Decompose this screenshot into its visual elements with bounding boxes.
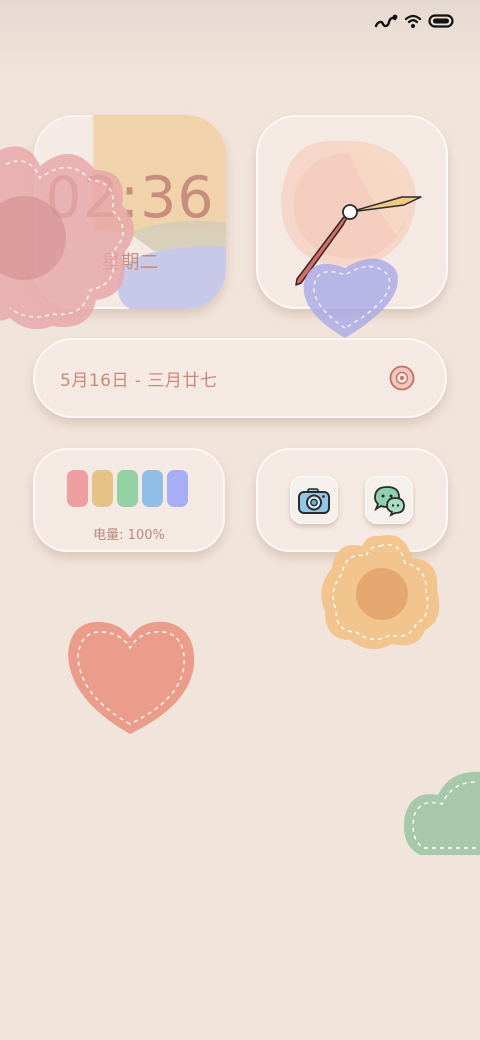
battery-icon [428, 14, 454, 28]
battery-label: 电量: 100% [93, 528, 165, 543]
chat-icon [374, 486, 405, 517]
signal-icon [374, 14, 398, 28]
clock-weekday: 星期二 [101, 251, 159, 273]
camera-icon [298, 488, 330, 514]
battery-widget[interactable]: 电量: 100% [33, 448, 225, 552]
clock-widget[interactable]: 02:36 星期二 [34, 115, 226, 309]
battery-bar [67, 470, 88, 507]
date-text: 5月16日 - 三月廿七 [60, 371, 218, 391]
battery-bar [142, 470, 163, 507]
wifi-icon [404, 14, 422, 28]
battery-bar [92, 470, 113, 507]
chat-app-icon[interactable] [365, 476, 413, 524]
analog-clock-widget[interactable] [256, 115, 448, 309]
battery-bars [67, 470, 188, 507]
apps-widget [256, 448, 448, 552]
green-heart-sticker [404, 771, 480, 855]
cd-icon[interactable] [389, 365, 415, 391]
clock-time: 02:36 [45, 165, 215, 231]
orange-flower-sticker [321, 534, 440, 650]
red-heart-sticker [68, 621, 195, 734]
date-widget[interactable]: 5月16日 - 三月廿七 [33, 338, 447, 418]
analog-clock-face [281, 140, 416, 267]
battery-bar [167, 470, 188, 507]
camera-app-icon[interactable] [290, 476, 338, 524]
battery-bar [117, 470, 138, 507]
status-bar [374, 10, 454, 32]
